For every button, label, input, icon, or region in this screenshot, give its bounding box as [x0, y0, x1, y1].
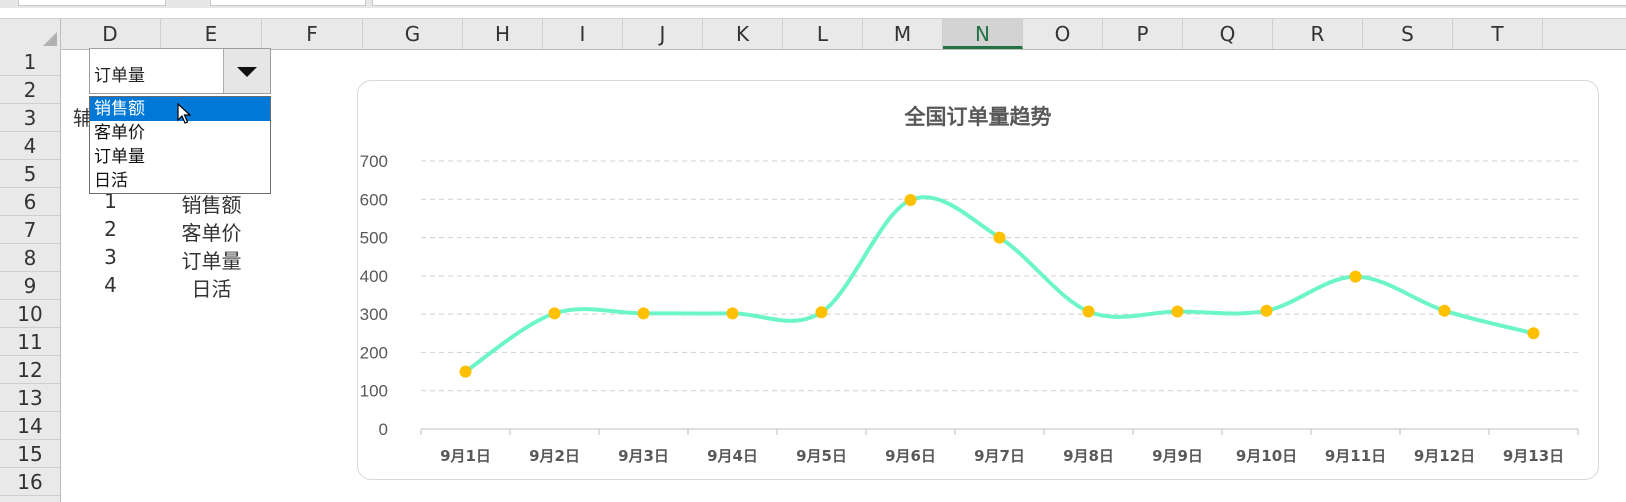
column-header-g[interactable]: G — [363, 19, 463, 49]
formula-input[interactable] — [372, 0, 1626, 6]
x-tick-label: 9月3日 — [618, 447, 669, 465]
table-cell-index[interactable]: 4 — [60, 273, 161, 297]
data-point — [1171, 305, 1184, 318]
dropdown-selected-value: 订单量 — [94, 66, 145, 86]
column-header-s[interactable]: S — [1363, 19, 1453, 49]
row-header-11[interactable]: 11 — [0, 328, 60, 356]
y-tick-label: 700 — [360, 152, 388, 171]
x-tick-label: 9月2日 — [529, 447, 580, 465]
x-tick-label: 9月8日 — [1063, 447, 1114, 465]
row-header-3[interactable]: 3 — [0, 104, 60, 132]
mouse-pointer-icon — [177, 103, 192, 124]
y-tick-label: 500 — [360, 229, 388, 248]
x-tick-label: 9月12日 — [1414, 447, 1475, 465]
row-header-6[interactable]: 6 — [0, 188, 60, 216]
row-header-8[interactable]: 8 — [0, 244, 60, 272]
row-header-12[interactable]: 12 — [0, 356, 60, 384]
row-header-10[interactable]: 10 — [0, 300, 60, 328]
column-header-m[interactable]: M — [863, 19, 943, 49]
column-header-d[interactable]: D — [60, 19, 161, 49]
y-tick-label: 400 — [360, 267, 388, 286]
x-tick-label: 9月5日 — [796, 447, 847, 465]
row-header-15[interactable]: 15 — [0, 440, 60, 468]
x-tick-label: 9月13日 — [1503, 447, 1564, 465]
data-point — [459, 365, 472, 378]
column-header-i[interactable]: I — [543, 19, 623, 49]
x-tick-label: 9月9日 — [1152, 447, 1203, 465]
column-header-r[interactable]: R — [1273, 19, 1363, 49]
x-tick-label: 9月10日 — [1236, 447, 1297, 465]
dropdown-option[interactable]: 日活 — [90, 169, 270, 193]
y-tick-label: 200 — [360, 343, 388, 362]
data-point — [1349, 270, 1362, 283]
dropdown-option[interactable]: 订单量 — [90, 145, 270, 169]
line-chart[interactable]: 全国订单量趋势 0 100 200 300 400 500 600 700 9月1日 9月2日 9月… — [357, 80, 1599, 480]
series-line — [463, 195, 1536, 374]
column-header-f[interactable]: F — [262, 19, 363, 49]
column-header-j[interactable]: J — [623, 19, 703, 49]
select-all-icon — [43, 32, 57, 46]
formula-bar-strip — [0, 0, 1626, 8]
select-all-corner[interactable] — [0, 19, 61, 49]
y-tick-label: 0 — [379, 420, 388, 439]
data-point — [726, 307, 739, 320]
toolbar-segment — [210, 0, 366, 6]
data-point — [815, 306, 828, 319]
data-point — [993, 231, 1006, 244]
row-header-13[interactable]: 13 — [0, 384, 60, 412]
table-cell-index[interactable]: 2 — [60, 217, 161, 241]
y-tick-label: 600 — [360, 190, 388, 209]
name-box[interactable] — [18, 0, 166, 6]
data-point — [1438, 304, 1451, 317]
y-tick-label: 100 — [360, 382, 388, 401]
row-header-14[interactable]: 14 — [0, 412, 60, 440]
data-point — [904, 194, 917, 207]
column-header-n[interactable]: N — [943, 19, 1023, 49]
x-tick-label: 9月6日 — [885, 447, 936, 465]
x-tick-label: 9月4日 — [707, 447, 758, 465]
column-header-p[interactable]: P — [1103, 19, 1183, 49]
column-header-h[interactable]: H — [463, 19, 543, 49]
dropdown-button[interactable] — [223, 49, 270, 93]
row-header-7[interactable]: 7 — [0, 216, 60, 244]
data-point — [548, 307, 561, 320]
table-cell-metric[interactable]: 日活 — [161, 273, 262, 302]
x-tick-label: 9月7日 — [974, 447, 1025, 465]
data-point — [637, 307, 650, 320]
data-point — [1082, 305, 1095, 318]
column-header-q[interactable]: Q — [1183, 19, 1273, 49]
row-header-1[interactable]: 1 — [0, 48, 60, 76]
data-point — [1527, 327, 1540, 340]
column-header-k[interactable]: K — [703, 19, 783, 49]
x-tick-label: 9月11日 — [1325, 447, 1386, 465]
chart-plot: 0 100 200 300 400 500 600 700 9月1日 9月2日 9月3日 9月4日 9月… — [360, 152, 1579, 465]
column-header-e[interactable]: E — [161, 19, 262, 49]
row-header-5[interactable]: 5 — [0, 160, 60, 188]
data-point — [1260, 304, 1273, 317]
y-tick-label: 300 — [360, 305, 388, 324]
table-cell-index[interactable]: 3 — [60, 245, 161, 269]
row-header-bar: 1 2 3 4 5 6 7 8 9 10 11 12 13 14 15 16 — [0, 48, 61, 502]
table-cell-metric[interactable]: 客单价 — [161, 217, 262, 246]
x-tick-label: 9月1日 — [440, 447, 491, 465]
column-header-o[interactable]: O — [1023, 19, 1103, 49]
column-header-l[interactable]: L — [783, 19, 863, 49]
chevron-down-icon — [237, 67, 257, 77]
column-header-t[interactable]: T — [1453, 19, 1543, 49]
row-header-9[interactable]: 9 — [0, 272, 60, 300]
row-header-2[interactable]: 2 — [0, 76, 60, 104]
metric-dropdown[interactable]: 订单量 — [89, 48, 271, 94]
row-header-16[interactable]: 16 — [0, 468, 60, 496]
row-header-4[interactable]: 4 — [0, 132, 60, 160]
table-cell-metric[interactable]: 订单量 — [161, 245, 262, 274]
column-header-bar: DEFGHIJKLMNOPQRST — [0, 18, 1626, 50]
